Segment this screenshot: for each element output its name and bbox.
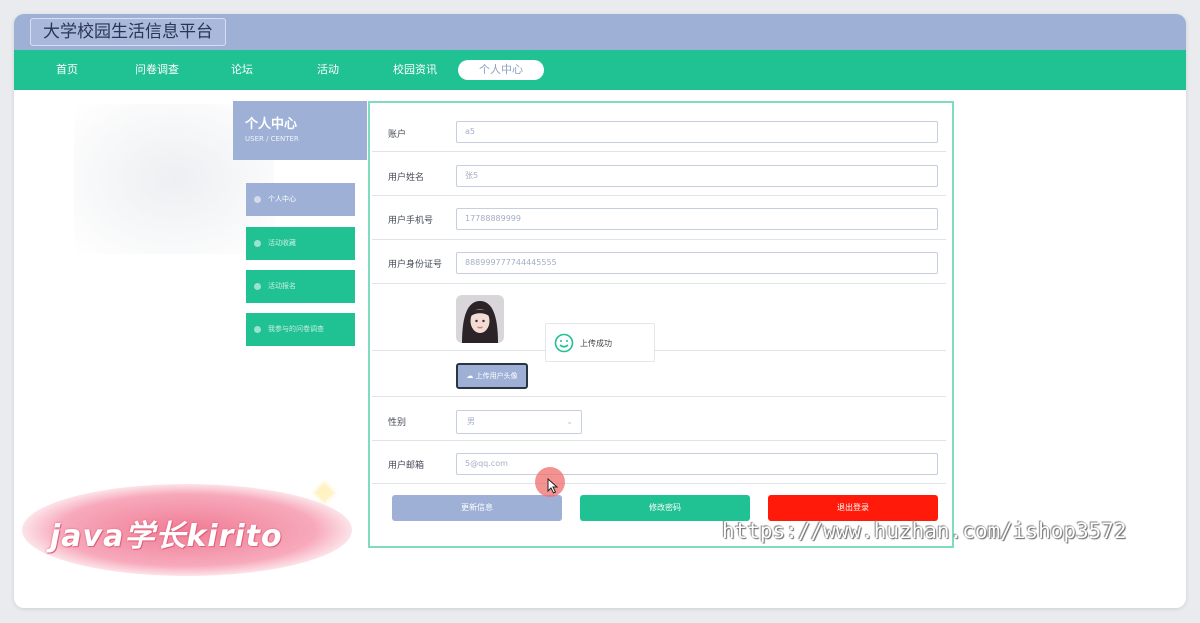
- divider: [372, 440, 946, 441]
- user-center-subtitle: USER / CENTER: [245, 135, 299, 143]
- user-center-title: 个人中心: [245, 117, 298, 132]
- divider: [372, 483, 946, 484]
- upload-success-toast: 上传成功: [545, 323, 655, 362]
- idcard-field[interactable]: 888999777744445555: [456, 252, 938, 274]
- watermark-left-text: java学长kirito: [50, 519, 283, 554]
- cloud-upload-icon: ☁: [466, 372, 474, 380]
- name-field[interactable]: 张5: [456, 165, 938, 187]
- gender-select[interactable]: 男 ⌄: [456, 410, 582, 434]
- nav-item-home[interactable]: 首页: [56, 50, 78, 90]
- divider: [372, 239, 946, 240]
- main-nav: 首页 问卷调查 论坛 活动 校园资讯 个人中心: [14, 50, 1186, 90]
- logout-button[interactable]: 退出登录: [768, 495, 938, 521]
- profile-form-card: 账户 a5 用户姓名 张5 用户手机号 17788889999 用户身份证号 8…: [368, 101, 954, 548]
- phone-field[interactable]: 17788889999: [456, 208, 938, 230]
- email-field[interactable]: 5@qq.com: [456, 453, 938, 475]
- bullet-icon: [254, 283, 261, 290]
- bullet-icon: [254, 196, 261, 203]
- chevron-down-icon: ⌄: [566, 417, 573, 426]
- nav-item-forum[interactable]: 论坛: [231, 50, 253, 90]
- toast-message: 上传成功: [580, 339, 612, 348]
- sidebar-item-label: 我参与的问卷调查: [268, 325, 324, 333]
- divider: [372, 151, 946, 152]
- divider: [372, 350, 946, 351]
- sidebar-item-favorites[interactable]: 活动收藏: [246, 227, 355, 260]
- nav-item-survey[interactable]: 问卷调查: [135, 50, 179, 90]
- smile-icon: [554, 333, 574, 353]
- name-label: 用户姓名: [388, 173, 425, 183]
- upload-avatar-label: 上传用户头像: [475, 372, 518, 380]
- sparkle-icon: ✦: [310, 474, 339, 514]
- email-label: 用户邮箱: [388, 461, 425, 471]
- avatar: [456, 295, 504, 343]
- gender-value: 男: [467, 417, 475, 426]
- sidebar-item-label: 活动报名: [268, 282, 296, 290]
- bullet-icon: [254, 240, 261, 247]
- app-window: 大学校园生活信息平台 首页 问卷调查 论坛 活动 校园资讯 个人中心 个人中心 …: [14, 14, 1186, 608]
- divider: [372, 396, 946, 397]
- update-info-button[interactable]: 更新信息: [392, 495, 562, 521]
- sidebar-item-user-center[interactable]: 个人中心: [246, 183, 355, 216]
- change-password-button[interactable]: 修改密码: [580, 495, 750, 521]
- sidebar-item-my-surveys[interactable]: 我参与的问卷调查: [246, 313, 355, 346]
- divider: [372, 195, 946, 196]
- user-center-header: 个人中心 USER / CENTER: [233, 101, 367, 160]
- avatar-image: [456, 295, 504, 343]
- nav-item-activity[interactable]: 活动: [317, 50, 339, 90]
- divider: [372, 283, 946, 284]
- top-header: 大学校园生活信息平台: [14, 14, 1186, 50]
- site-title: 大学校园生活信息平台: [30, 18, 226, 46]
- bullet-icon: [254, 326, 261, 333]
- upload-avatar-button[interactable]: ☁ 上传用户头像: [456, 363, 528, 389]
- sidebar-item-label: 个人中心: [268, 195, 296, 203]
- nav-item-user-center[interactable]: 个人中心: [458, 60, 544, 80]
- sidebar-item-signups[interactable]: 活动报名: [246, 270, 355, 303]
- phone-label: 用户手机号: [388, 216, 434, 226]
- idcard-label: 用户身份证号: [388, 260, 443, 270]
- gender-label: 性别: [388, 418, 407, 428]
- account-field[interactable]: a5: [456, 121, 938, 143]
- watermark-url: https://www.huzhan.com/ishop3572: [722, 519, 1127, 543]
- sidebar-item-label: 活动收藏: [268, 239, 296, 247]
- mouse-cursor-icon: [547, 478, 559, 494]
- account-label: 账户: [388, 130, 407, 140]
- nav-item-news[interactable]: 校园资讯: [393, 50, 437, 90]
